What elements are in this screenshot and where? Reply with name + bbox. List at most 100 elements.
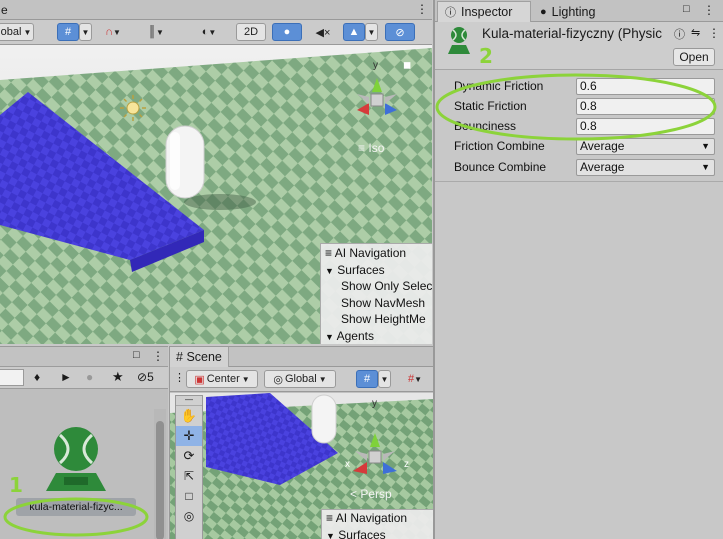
filter-type-icon[interactable]: ♦ <box>34 370 40 384</box>
bulb-icon: ● <box>283 26 291 38</box>
mode-2d-toggle[interactable]: 2D <box>236 23 266 41</box>
tab-lighting[interactable]: ● Lighting <box>533 1 602 22</box>
menu-dots-icon[interactable]: ⋮ <box>416 2 428 16</box>
shading-mode-dropdown[interactable]: ◐ ▼ <box>192 23 226 41</box>
space-mode-dropdown[interactable]: ◎ Global ▼ <box>264 370 336 388</box>
dynamic-friction-label: Dynamic Friction <box>454 79 544 93</box>
physic-material-icon <box>448 27 470 54</box>
static-friction-label: Static Friction <box>454 99 527 113</box>
menu-dots-icon[interactable]: ⋮ <box>152 349 164 363</box>
grid-snap-dropdown[interactable]: ▼ <box>378 370 391 388</box>
bottom-scene-tab-strip: # Scene <box>170 347 434 367</box>
effects-dropdown[interactable]: ▼ <box>365 23 378 41</box>
bounciness-field[interactable]: 0.8 <box>576 118 715 135</box>
gizmo-x-label: x <box>345 459 350 470</box>
vertical-scrollbar[interactable] <box>154 409 166 539</box>
grid-visibility-button[interactable]: ║ ▼ <box>140 23 172 41</box>
grid-icon: # <box>176 350 183 364</box>
option-show-navmesh[interactable]: Show NavMesh <box>325 295 432 312</box>
dropdown-caret-icon: ▼ <box>318 374 327 384</box>
grid-snap-dropdown[interactable]: ▼ <box>79 23 92 41</box>
view-mode-label[interactable]: ≡ Iso <box>358 141 384 155</box>
rotate-icon: ⟳ <box>183 448 195 463</box>
sphere-icon: ◐ <box>201 26 209 38</box>
option-show-heightmesh[interactable]: Show HeightMe <box>325 311 432 328</box>
menu-dots-icon[interactable]: ⋮ <box>703 3 715 17</box>
friction-combine-dropdown[interactable]: Average ▼ <box>576 138 715 155</box>
effects-toggle[interactable]: ▲ <box>343 23 365 41</box>
chevron-down-icon: ▼ <box>326 530 335 539</box>
lock-icon[interactable]: ◼ <box>403 60 411 71</box>
tab-inspector[interactable]: ⓘ Inspector <box>437 1 531 22</box>
hand-tool[interactable]: ✋ <box>176 406 202 426</box>
asset-title: Kula-material-fizyczny (Physic <box>482 26 663 41</box>
option-show-only-selected[interactable]: Show Only Selec <box>325 278 432 295</box>
pivot-mode-dropdown[interactable]: ▣ Center ▼ <box>186 370 258 388</box>
palette-grip[interactable]: — <box>176 396 202 406</box>
tab-scene[interactable]: # Scene <box>170 347 229 367</box>
rect-tool[interactable]: □ <box>176 486 202 506</box>
dropdown-caret-icon: ▼ <box>155 27 164 37</box>
search-field[interactable] <box>0 369 24 386</box>
dropdown-caret-icon: ▼ <box>380 374 389 384</box>
gizmo-y-label: y <box>373 60 378 71</box>
view-mode-label[interactable]: < Persp <box>350 487 392 501</box>
dropdown-caret-icon: ▼ <box>112 27 121 37</box>
open-button[interactable]: Open <box>673 48 715 66</box>
grid-snap-toggle[interactable]: # <box>57 23 79 41</box>
surfaces-section[interactable]: ▼ Surfaces <box>325 262 432 279</box>
settings-sliders-icon[interactable]: ⇋ <box>691 26 700 39</box>
help-icon[interactable]: ⓘ <box>674 26 685 42</box>
hand-icon: ✋ <box>180 408 198 423</box>
snap-increment-button[interactable]: ∩ ▼ <box>98 23 128 41</box>
lighting-toggle[interactable]: ● <box>272 23 302 41</box>
grid-snap-toggle[interactable]: # <box>356 370 378 388</box>
eye-slash-icon: ⊘ <box>395 26 405 39</box>
drag-handle-icon: ≡ <box>326 511 334 525</box>
static-friction-field[interactable]: 0.8 <box>576 98 715 115</box>
move-tool[interactable]: ✛ <box>176 426 202 446</box>
ai-navigation-header[interactable]: ≡ AI Navigation <box>326 510 434 527</box>
bounce-combine-dropdown[interactable]: Average ▼ <box>576 159 715 176</box>
project-panel-header: □ ⋮ <box>0 347 168 367</box>
dynamic-friction-field[interactable]: 0.6 <box>576 78 715 95</box>
scrollbar-thumb[interactable] <box>156 421 164 539</box>
bottom-scene-view[interactable]: y x z < Persp — ✋ ✛ ⟳ ⇱ □ ◎ ≡ AI Navigat… <box>170 393 434 539</box>
project-toolbar: ♦ ► ● ★ ⊘5 <box>0 367 168 389</box>
rotate-tool[interactable]: ⟳ <box>176 446 202 466</box>
top-scene-view[interactable]: y ◼ ≡ Iso ≡ AI Navigation ▼ Surfaces Sho… <box>0 20 432 344</box>
gizmo-z-label: z <box>404 459 409 470</box>
dropdown-caret-icon: ▼ <box>81 27 90 37</box>
transform-icon: ◎ <box>183 509 195 523</box>
bounciness-label: Bounciness <box>454 119 517 133</box>
dropdown-caret-icon: ▼ <box>241 374 250 384</box>
agents-section[interactable]: ▼ Agents <box>325 328 432 345</box>
chevron-left-icon: < <box>350 487 358 501</box>
physic-material-asset[interactable]: kula-material-fizyc... <box>16 421 136 525</box>
dropdown-caret-icon: ▼ <box>414 374 423 384</box>
scale-tool[interactable]: ⇱ <box>176 466 202 486</box>
transform-tool[interactable]: ◎ <box>176 506 202 526</box>
favorite-icon[interactable]: ★ <box>112 369 124 385</box>
bulb-icon: ● <box>540 5 547 18</box>
snap-increment-button[interactable]: # ▼ <box>398 370 432 388</box>
surfaces-section[interactable]: ▼ Surfaces <box>326 527 434 539</box>
tab-label-fragment[interactable]: e <box>1 3 8 17</box>
lock-icon[interactable]: □ <box>133 349 140 361</box>
dropdown-caret-icon: ▼ <box>208 27 217 37</box>
magnet-icon: ∩ <box>105 26 113 38</box>
audio-toggle[interactable]: ◀× <box>308 23 338 41</box>
pivot-icon: ▣ <box>194 373 205 386</box>
ai-navigation-header[interactable]: ≡ AI Navigation <box>325 245 432 262</box>
hidden-objects-toggle[interactable]: ⊘ <box>385 23 415 41</box>
asset-label[interactable]: kula-material-fizyc... <box>16 498 136 516</box>
hamburger-icon: ≡ <box>358 141 366 155</box>
filter-label-icon[interactable]: ► <box>60 370 72 384</box>
bounce-combine-label: Bounce Combine <box>454 160 547 174</box>
hidden-packages-toggle[interactable]: ⊘5 <box>137 370 154 384</box>
drag-handle-icon: ⋮ <box>174 372 185 384</box>
menu-dots-icon[interactable]: ⋮ <box>708 26 720 40</box>
filter-scene-icon[interactable]: ● <box>86 370 93 384</box>
global-dropdown[interactable]: obal ▼ <box>0 23 34 41</box>
lock-icon[interactable]: □ <box>683 3 690 15</box>
